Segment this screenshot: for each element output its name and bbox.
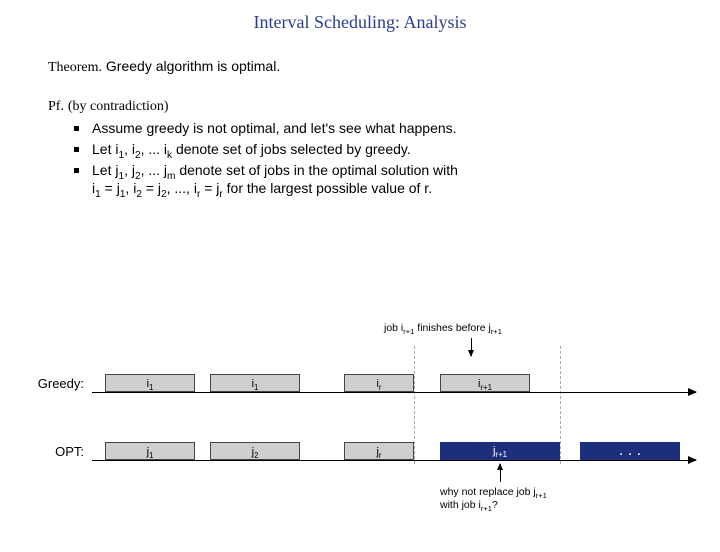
- s: r+1: [403, 327, 414, 336]
- bar-greedy-2: i1: [210, 374, 300, 392]
- s: r+1: [536, 491, 547, 500]
- t: Let j: [92, 162, 118, 178]
- t: job i: [384, 322, 403, 334]
- note-bottom: why not replace job jr+1 with job ir+1?: [440, 486, 547, 511]
- s: r+1: [481, 504, 492, 513]
- t: Let i: [92, 141, 118, 157]
- bar-opt-2: j2: [210, 442, 300, 460]
- guide-line: [414, 346, 415, 464]
- bullet-2: Let i1, i2, ... ik denote set of jobs se…: [74, 140, 672, 159]
- t: = j: [200, 180, 219, 196]
- s: 2: [254, 451, 258, 460]
- bullet-1: Assume greedy is not optimal, and let's …: [74, 119, 672, 138]
- axis-greedy: [92, 392, 696, 393]
- ellipsis-text: . . .: [619, 442, 641, 459]
- bar-opt-ellipsis: . . .: [580, 442, 680, 460]
- pf-label: Pf.: [48, 99, 64, 114]
- theorem-label: Theorem.: [48, 60, 102, 75]
- note-top: job ir+1 finishes before jr+1: [384, 322, 502, 335]
- proof-block: Pf. (by contradiction) Assume greedy is …: [48, 96, 672, 198]
- bar-opt-rp1: jr+1: [440, 442, 560, 460]
- t: = j: [101, 180, 120, 196]
- s: r+1: [495, 450, 507, 459]
- t: why not replace job j: [440, 486, 536, 498]
- axis-opt: [92, 460, 696, 461]
- row-label-greedy: Greedy:: [0, 376, 84, 391]
- proof-bullets: Assume greedy is not optimal, and let's …: [74, 119, 672, 199]
- t: denote set of jobs in the optimal soluti…: [175, 162, 458, 178]
- t: ?: [492, 499, 498, 511]
- body: Theorem. Greedy algorithm is optimal. Pf…: [48, 57, 672, 198]
- s: r+1: [491, 327, 502, 336]
- s: r: [379, 383, 382, 392]
- slide-title: Interval Scheduling: Analysis: [0, 12, 720, 33]
- t: finishes before j: [414, 322, 490, 334]
- arrow-down-icon: [471, 338, 472, 356]
- t: , j: [124, 162, 135, 178]
- bar-greedy-1: i1: [105, 374, 195, 392]
- s: 1: [254, 383, 258, 392]
- theorem-line: Theorem. Greedy algorithm is optimal.: [48, 57, 672, 78]
- bar-opt-1: j1: [105, 442, 195, 460]
- diagram: job ir+1 finishes before jr+1 Greedy: i1…: [0, 332, 720, 542]
- arrow-up-icon: [500, 464, 501, 482]
- t: denote set of jobs selected by greedy.: [172, 141, 411, 157]
- row-label-opt: OPT:: [0, 444, 84, 459]
- bar-greedy-rp1: ir+1: [440, 374, 530, 392]
- pf-method: (by contradiction): [68, 99, 169, 114]
- t: with job i: [440, 499, 481, 511]
- t: , ..., i: [167, 180, 197, 196]
- s: r+1: [480, 383, 492, 392]
- guide-line: [560, 346, 561, 464]
- theorem-text: Greedy algorithm is optimal.: [106, 58, 280, 74]
- bar-greedy-r: ir: [344, 374, 414, 392]
- t: , i: [125, 180, 136, 196]
- s: r: [379, 451, 382, 460]
- s: 1: [149, 451, 153, 460]
- t: for the largest possible value of r.: [223, 180, 432, 196]
- t: , ... j: [141, 162, 167, 178]
- t: , ... i: [141, 141, 167, 157]
- t: = j: [142, 180, 161, 196]
- bullet-3: Let j1, j2, ... jm denote set of jobs in…: [74, 161, 672, 199]
- t: , i: [124, 141, 135, 157]
- s: 1: [149, 383, 153, 392]
- bar-opt-r: jr: [344, 442, 414, 460]
